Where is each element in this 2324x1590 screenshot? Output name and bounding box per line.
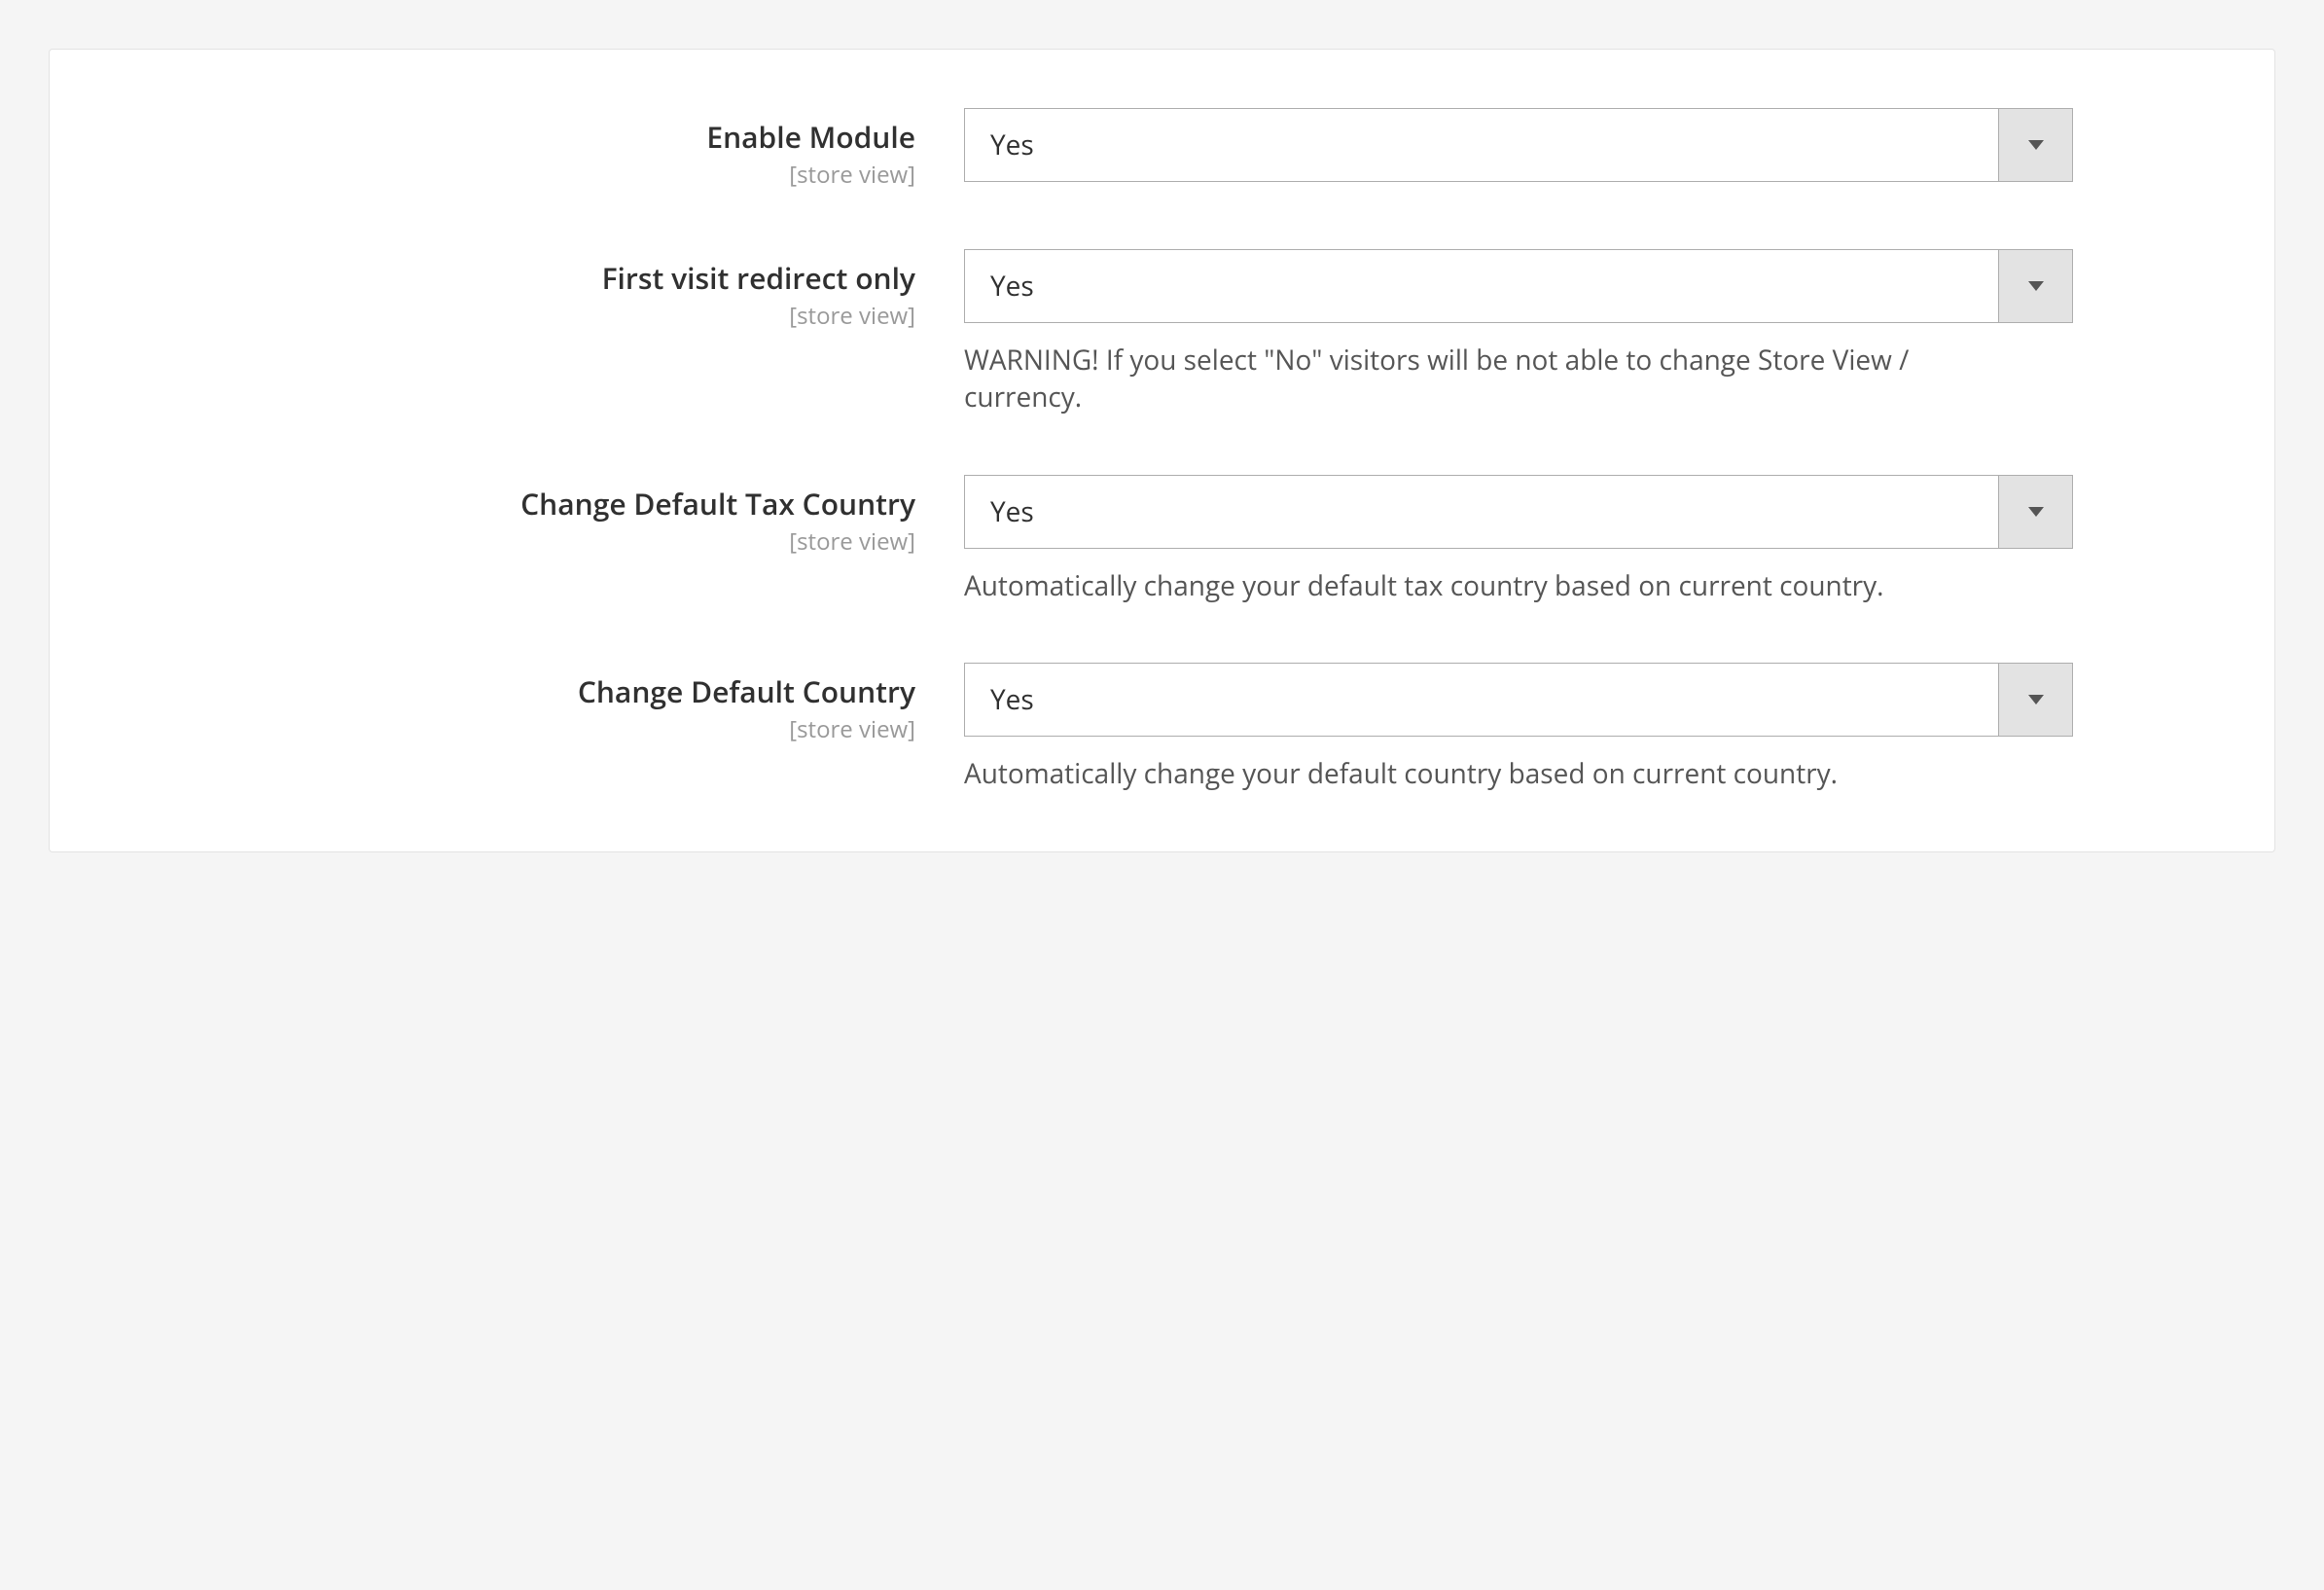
enable-module-select[interactable]: Yes	[964, 108, 2073, 182]
first-visit-redirect-select[interactable]: Yes	[964, 249, 2073, 323]
field-control-col: Yes Automatically change your default ta…	[964, 475, 2073, 605]
field-label: Enable Module	[706, 117, 915, 157]
field-label: Change Default Country	[578, 671, 915, 711]
field-control-col: Yes WARNING! If you select "No" visitors…	[964, 249, 2073, 416]
field-label-col: Change Default Tax Country [store view]	[108, 475, 964, 558]
chevron-down-icon	[1998, 476, 2072, 548]
field-row-first-visit-redirect: First visit redirect only [store view] Y…	[108, 249, 2216, 416]
field-scope: [store view]	[108, 525, 915, 558]
field-label-col: First visit redirect only [store view]	[108, 249, 964, 332]
field-label-col: Enable Module [store view]	[108, 108, 964, 191]
change-default-tax-country-select[interactable]: Yes	[964, 475, 2073, 549]
change-default-country-select[interactable]: Yes	[964, 663, 2073, 737]
select-value: Yes	[965, 476, 1998, 548]
chevron-down-icon	[1998, 109, 2072, 181]
chevron-down-icon	[1998, 250, 2072, 322]
field-scope: [store view]	[108, 713, 915, 745]
select-value: Yes	[965, 109, 1998, 181]
field-row-change-default-country: Change Default Country [store view] Yes …	[108, 663, 2216, 793]
chevron-down-icon	[1998, 664, 2072, 736]
field-row-enable-module: Enable Module [store view] Yes	[108, 108, 2216, 191]
select-value: Yes	[965, 664, 1998, 736]
field-label: Change Default Tax Country	[520, 484, 915, 524]
field-control-col: Yes	[964, 108, 2073, 182]
field-scope: [store view]	[108, 159, 915, 191]
select-value: Yes	[965, 250, 1998, 322]
field-scope: [store view]	[108, 300, 915, 332]
field-note: Automatically change your default countr…	[964, 756, 1995, 793]
field-label-col: Change Default Country [store view]	[108, 663, 964, 745]
field-note: WARNING! If you select "No" visitors wil…	[964, 343, 1995, 416]
field-row-change-default-tax-country: Change Default Tax Country [store view] …	[108, 475, 2216, 605]
field-label: First visit redirect only	[602, 258, 915, 298]
field-note: Automatically change your default tax co…	[964, 568, 1995, 605]
settings-panel: Enable Module [store view] Yes First vis…	[49, 49, 2275, 852]
field-control-col: Yes Automatically change your default co…	[964, 663, 2073, 793]
